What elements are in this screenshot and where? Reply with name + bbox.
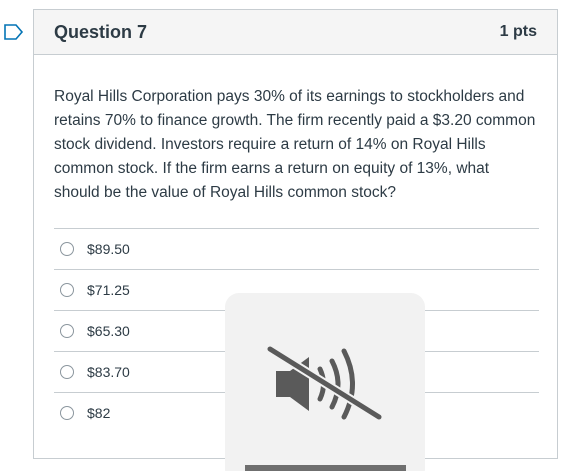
question-text: Royal Hills Corporation pays 30% of its … [54, 88, 536, 201]
radio-button[interactable] [60, 365, 74, 379]
overlay-control-bar[interactable] [245, 465, 406, 471]
answer-label[interactable]: $82 [87, 405, 110, 421]
answer-option[interactable]: $89.50 [54, 228, 539, 269]
radio-button[interactable] [60, 324, 74, 338]
answer-label[interactable]: $83.70 [87, 364, 130, 380]
quiz-page: Question 7 1 pts Royal Hills Corporation… [0, 0, 568, 471]
answer-label[interactable]: $65.30 [87, 323, 130, 339]
radio-button[interactable] [60, 406, 74, 420]
radio-button[interactable] [60, 283, 74, 297]
answer-label[interactable]: $89.50 [87, 241, 130, 257]
question-title: Question 7 [54, 21, 148, 42]
question-header: Question 7 1 pts [34, 10, 557, 55]
answer-label[interactable]: $71.25 [87, 282, 130, 298]
flag-question-icon[interactable] [4, 24, 24, 40]
question-points: 1 pts [499, 23, 537, 40]
muted-speaker-icon[interactable] [265, 343, 385, 423]
radio-button[interactable] [60, 242, 74, 256]
